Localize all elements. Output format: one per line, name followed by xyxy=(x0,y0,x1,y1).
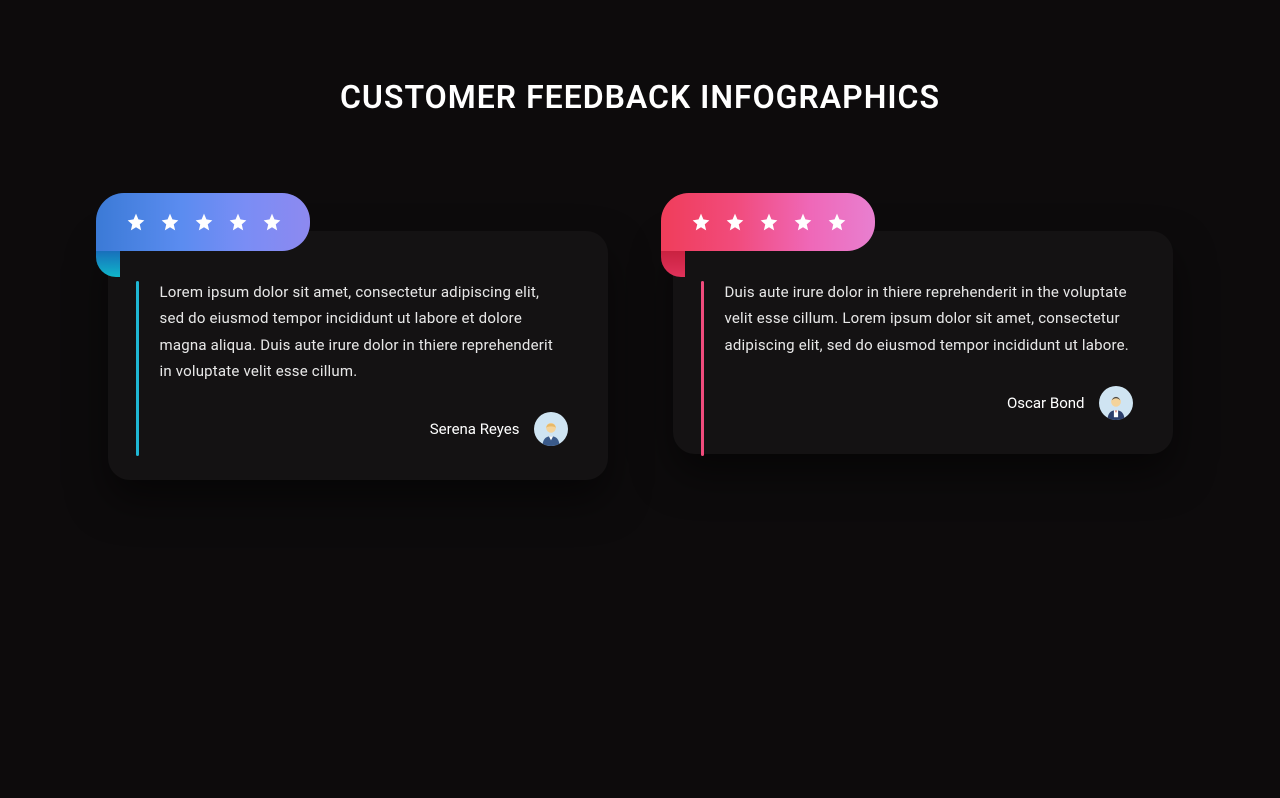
avatar-icon xyxy=(534,412,568,446)
accent-bar xyxy=(701,281,704,456)
avatar-icon xyxy=(1099,386,1133,420)
accent-bar xyxy=(136,281,139,456)
author-name: Serena Reyes xyxy=(430,420,520,438)
star-icon xyxy=(793,212,813,232)
author-row: Oscar Bond xyxy=(713,386,1133,420)
star-icon xyxy=(759,212,779,232)
star-icon xyxy=(228,212,248,232)
feedback-text: Lorem ipsum dolor sit amet, consectetur … xyxy=(160,279,568,384)
star-icon xyxy=(126,212,146,232)
feedback-text: Duis aute irure dolor in thiere reprehen… xyxy=(725,279,1133,358)
feedback-card: Duis aute irure dolor in thiere reprehen… xyxy=(673,231,1173,480)
star-icon xyxy=(160,212,180,232)
feedback-card: Lorem ipsum dolor sit amet, consectetur … xyxy=(108,231,608,480)
author-name: Oscar Bond xyxy=(1007,394,1085,412)
star-icon xyxy=(725,212,745,232)
star-icon xyxy=(262,212,282,232)
rating-badge xyxy=(661,193,875,251)
cards-container: Lorem ipsum dolor sit amet, consectetur … xyxy=(0,231,1280,480)
rating-badge xyxy=(96,193,310,251)
card-body: Lorem ipsum dolor sit amet, consectetur … xyxy=(108,231,608,480)
card-body: Duis aute irure dolor in thiere reprehen… xyxy=(673,231,1173,454)
star-icon xyxy=(194,212,214,232)
star-icon xyxy=(691,212,711,232)
author-row: Serena Reyes xyxy=(148,412,568,446)
page-title: CUSTOMER FEEDBACK INFOGRAPHICS xyxy=(0,78,1280,116)
star-icon xyxy=(827,212,847,232)
